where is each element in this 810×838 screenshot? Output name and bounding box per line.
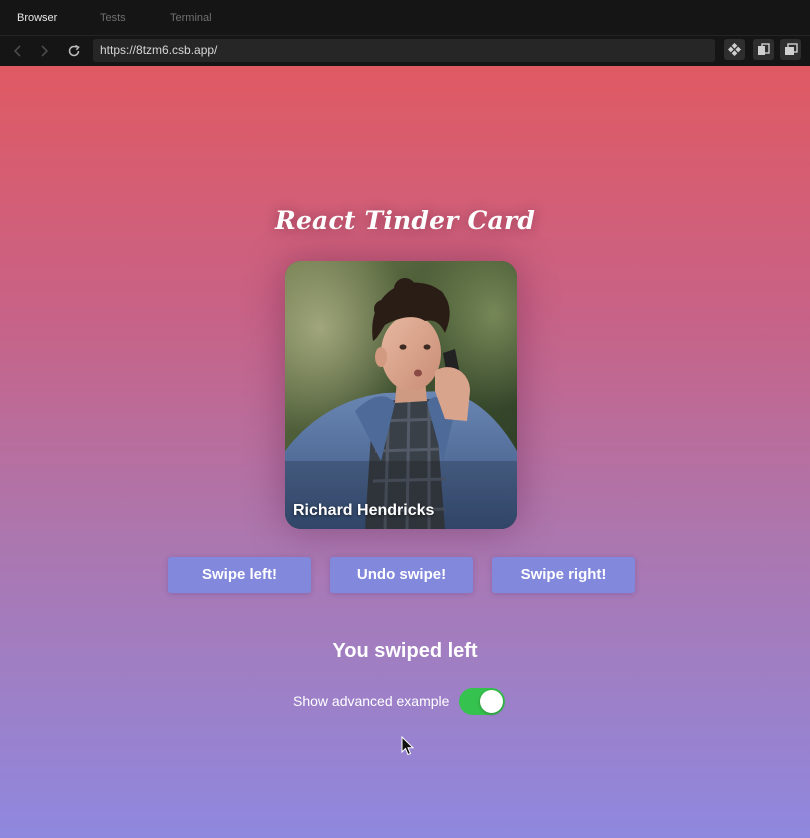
codesandbox-button[interactable] [724, 39, 745, 60]
tab-terminal[interactable]: Terminal [170, 0, 212, 36]
swipe-right-button[interactable]: Swipe right! [492, 557, 635, 593]
advanced-example-row: Show advanced example [293, 686, 506, 716]
swipe-left-button[interactable]: Swipe left! [168, 557, 311, 593]
app-viewport: React Tinder Card Richard Hendricks Swip… [0, 66, 810, 838]
forward-button[interactable] [34, 41, 54, 61]
copy-button[interactable] [753, 39, 774, 60]
chevron-left-icon [13, 45, 21, 57]
profile-photo [285, 261, 517, 529]
chevron-right-icon [41, 45, 49, 57]
copy-icon [758, 43, 770, 55]
reload-button[interactable] [64, 41, 84, 61]
windows-icon [784, 43, 798, 55]
windows-button[interactable] [780, 39, 801, 60]
url-bar[interactable]: https://8tzm6.csb.app/ [93, 39, 715, 62]
mouse-cursor-icon [401, 736, 415, 756]
tab-tests[interactable]: Tests [100, 0, 126, 36]
codesandbox-icon [728, 43, 741, 56]
toggle-knob [480, 689, 504, 713]
advanced-example-toggle[interactable] [459, 687, 506, 715]
browser-toolbar: https://8tzm6.csb.app/ [0, 36, 810, 66]
advanced-example-label: Show advanced example [293, 693, 450, 709]
undo-swipe-button[interactable]: Undo swipe! [330, 557, 473, 593]
browser-tab-bar: Browser Tests Terminal [0, 0, 810, 36]
profile-card[interactable]: Richard Hendricks [285, 261, 517, 529]
tab-browser[interactable]: Browser [17, 0, 57, 36]
reload-icon [68, 44, 80, 57]
back-button[interactable] [8, 41, 28, 61]
card-name: Richard Hendricks [293, 502, 435, 519]
swipe-result-text: You swiped left [332, 640, 478, 662]
app-title: React Tinder Card [274, 206, 536, 235]
